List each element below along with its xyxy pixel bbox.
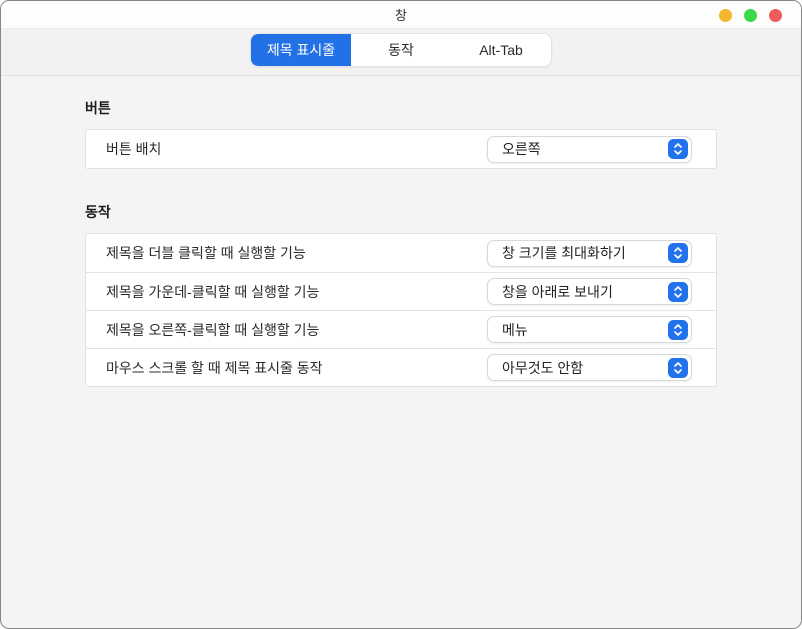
- content-area: 버튼 버튼 배치 오른쪽 동작: [1, 76, 801, 628]
- scroll-action-dropdown[interactable]: 아무것도 안함: [487, 354, 692, 381]
- minimize-button[interactable]: [719, 9, 732, 22]
- tab-titlebar[interactable]: 제목 표시줄: [251, 34, 351, 66]
- right-click-dropdown[interactable]: 메뉴: [487, 316, 692, 343]
- tab-strip: 제목 표시줄 동작 Alt-Tab: [1, 29, 801, 76]
- tab-alt-tab[interactable]: Alt-Tab: [451, 34, 551, 66]
- dropdown-value: 아무것도 안함: [502, 358, 583, 378]
- row-label: 마우스 스크롤 할 때 제목 표시줄 동작: [106, 358, 323, 378]
- row-label: 제목을 가운데-클릭할 때 실행할 기능: [106, 282, 319, 302]
- button-placement-dropdown[interactable]: 오른쪽: [487, 136, 692, 163]
- row-label: 제목을 더블 클릭할 때 실행할 기능: [106, 243, 306, 263]
- titlebar[interactable]: 창: [1, 1, 801, 29]
- chevron-up-down-icon: [668, 320, 688, 340]
- double-click-dropdown[interactable]: 창 크기를 최대화하기: [487, 240, 692, 267]
- chevron-up-down-icon: [668, 282, 688, 302]
- section-title-buttons: 버튼: [85, 98, 717, 118]
- dropdown-value: 오른쪽: [502, 139, 541, 159]
- chevron-up-down-icon: [668, 139, 688, 159]
- tab-switcher: 제목 표시줄 동작 Alt-Tab: [250, 33, 552, 67]
- row-button-placement: 버튼 배치 오른쪽: [86, 130, 716, 168]
- middle-click-dropdown[interactable]: 창을 아래로 보내기: [487, 278, 692, 305]
- window-controls: [719, 1, 782, 29]
- chevron-up-down-icon: [668, 243, 688, 263]
- row-middle-click-action: 제목을 가운데-클릭할 때 실행할 기능 창을 아래로 보내기: [86, 272, 716, 310]
- close-button[interactable]: [769, 9, 782, 22]
- row-label: 버튼 배치: [106, 139, 161, 159]
- card-actions: 제목을 더블 클릭할 때 실행할 기능 창 크기를 최대화하기 제목을 가운데-…: [85, 233, 717, 387]
- row-label: 제목을 오른쪽-클릭할 때 실행할 기능: [106, 320, 319, 340]
- chevron-up-down-icon: [668, 358, 688, 378]
- card-buttons: 버튼 배치 오른쪽: [85, 129, 717, 169]
- maximize-button[interactable]: [744, 9, 757, 22]
- row-scroll-action: 마우스 스크롤 할 때 제목 표시줄 동작 아무것도 안함: [86, 348, 716, 386]
- row-double-click-action: 제목을 더블 클릭할 때 실행할 기능 창 크기를 최대화하기: [86, 234, 716, 272]
- dropdown-value: 창 크기를 최대화하기: [502, 243, 626, 263]
- window-title: 창: [395, 5, 407, 24]
- tab-behavior[interactable]: 동작: [351, 34, 451, 66]
- section-title-actions: 동작: [85, 202, 717, 222]
- dropdown-value: 메뉴: [502, 320, 528, 340]
- settings-window: 창 제목 표시줄 동작 Alt-Tab 버튼 버튼 배치 오른쪽: [0, 0, 802, 629]
- row-right-click-action: 제목을 오른쪽-클릭할 때 실행할 기능 메뉴: [86, 310, 716, 348]
- dropdown-value: 창을 아래로 보내기: [502, 282, 613, 302]
